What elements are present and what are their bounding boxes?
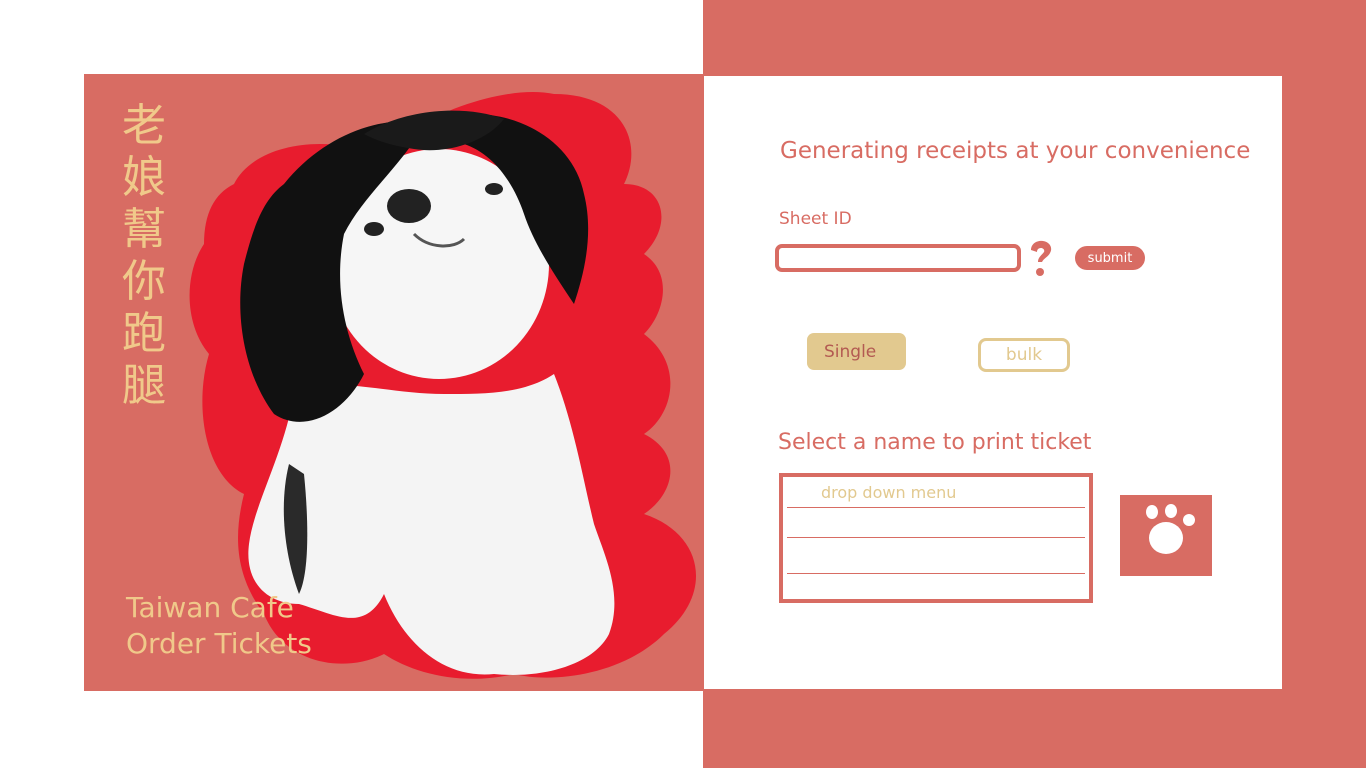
- dropdown-divider: [787, 573, 1085, 574]
- dropdown-placeholder: drop down menu: [821, 483, 957, 502]
- dog-nose: [387, 189, 431, 223]
- dog-eye-right: [485, 183, 503, 195]
- form-card: Generating receipts at your convenience …: [704, 76, 1282, 689]
- vertical-title: 老 娘 幫 你 跑 腿: [116, 100, 172, 412]
- vertical-title-char: 老: [122, 100, 166, 151]
- sheet-id-label: Sheet ID: [779, 209, 852, 229]
- vertical-title-char: 腿: [122, 360, 166, 411]
- question-mark-icon[interactable]: [1028, 240, 1054, 280]
- cafe-title-line2: Order Tickets: [126, 627, 312, 660]
- vertical-title-char: 跑: [122, 308, 166, 359]
- vertical-title-char: 幫: [122, 204, 166, 255]
- cafe-title-line1: Taiwan Cafe: [126, 591, 294, 624]
- print-paw-button[interactable]: [1120, 495, 1212, 576]
- name-dropdown[interactable]: drop down menu: [779, 473, 1093, 603]
- form-heading: Generating receipts at your convenience: [780, 138, 1251, 164]
- single-mode-button[interactable]: Single: [807, 333, 906, 370]
- vertical-title-char: 你: [122, 256, 166, 307]
- bulk-mode-button[interactable]: bulk: [978, 338, 1070, 372]
- dog-eye-left: [364, 222, 384, 236]
- cafe-title: Taiwan Cafe Order Tickets: [126, 590, 312, 662]
- vertical-title-char: 娘: [122, 152, 166, 203]
- submit-button[interactable]: submit: [1075, 246, 1145, 270]
- dropdown-divider: [787, 537, 1085, 538]
- poster: 老 娘 幫 你 跑 腿 Taiwan Cafe Order Tickets: [84, 74, 704, 691]
- dropdown-divider: [787, 507, 1085, 508]
- select-name-heading: Select a name to print ticket: [778, 430, 1092, 455]
- sheet-id-input[interactable]: [775, 244, 1021, 272]
- paw-icon: [1146, 504, 1195, 554]
